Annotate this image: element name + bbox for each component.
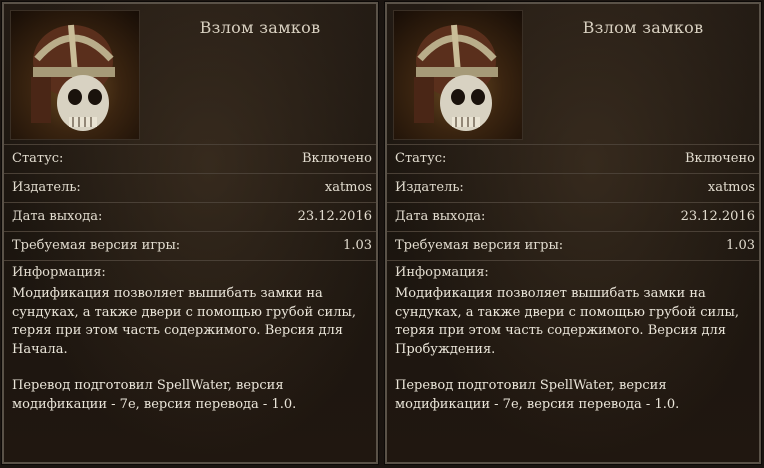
game-version-row: Требуемая версия игры: 1.03 xyxy=(387,231,759,260)
info-text: Модификация позволяет вышибать замки на … xyxy=(12,285,368,414)
release-date-row: Дата выхода: 23.12.2016 xyxy=(4,202,376,231)
mod-info-panel-left: Взлом замков Статус: Включено Издатель: … xyxy=(1,1,379,465)
game-version-value: 1.03 xyxy=(343,238,372,253)
translation-note: Перевод подготовил SpellWater, версия мо… xyxy=(395,378,680,412)
publisher-row: Издатель: xatmos xyxy=(4,173,376,202)
status-row: Статус: Включено xyxy=(387,144,759,173)
game-version-label: Требуемая версия игры: xyxy=(12,238,181,253)
release-date-value: 23.12.2016 xyxy=(297,209,372,224)
status-label: Статус: xyxy=(395,151,447,166)
game-version-row: Требуемая версия игры: 1.03 xyxy=(4,231,376,260)
release-date-label: Дата выхода: xyxy=(395,209,486,224)
info-label: Информация: xyxy=(12,265,106,280)
publisher-value: xatmos xyxy=(324,180,372,195)
info-section: Информация: Модификация позволяет вышиба… xyxy=(4,260,376,414)
publisher-label: Издатель: xyxy=(395,180,464,195)
panel-header: Взлом замков xyxy=(4,4,376,144)
translation-note: Перевод подготовил SpellWater, версия мо… xyxy=(12,378,297,412)
mod-description: Модификация позволяет вышибать замки на … xyxy=(12,286,356,357)
publisher-value: xatmos xyxy=(707,180,755,195)
release-date-row: Дата выхода: 23.12.2016 xyxy=(387,202,759,231)
mod-title: Взлом замков xyxy=(199,18,321,37)
skull-helmet-icon xyxy=(393,10,523,140)
status-label: Статус: xyxy=(12,151,64,166)
status-value: Включено xyxy=(684,151,755,166)
release-date-value: 23.12.2016 xyxy=(680,209,755,224)
mod-title: Взлом замков xyxy=(582,18,704,37)
status-value: Включено xyxy=(301,151,372,166)
info-section: Информация: Модификация позволяет вышиба… xyxy=(387,260,759,414)
status-row: Статус: Включено xyxy=(4,144,376,173)
game-version-value: 1.03 xyxy=(726,238,755,253)
info-text: Модификация позволяет вышибать замки на … xyxy=(395,285,751,414)
mod-info-panel-right: Взлом замков Статус: Включено Издатель: … xyxy=(384,1,762,465)
publisher-label: Издатель: xyxy=(12,180,81,195)
publisher-row: Издатель: xatmos xyxy=(387,173,759,202)
release-date-label: Дата выхода: xyxy=(12,209,103,224)
skull-helmet-icon xyxy=(10,10,140,140)
panel-header: Взлом замков xyxy=(387,4,759,144)
mod-description: Модификация позволяет вышибать замки на … xyxy=(395,286,739,357)
info-label: Информация: xyxy=(395,265,489,280)
game-version-label: Требуемая версия игры: xyxy=(395,238,564,253)
